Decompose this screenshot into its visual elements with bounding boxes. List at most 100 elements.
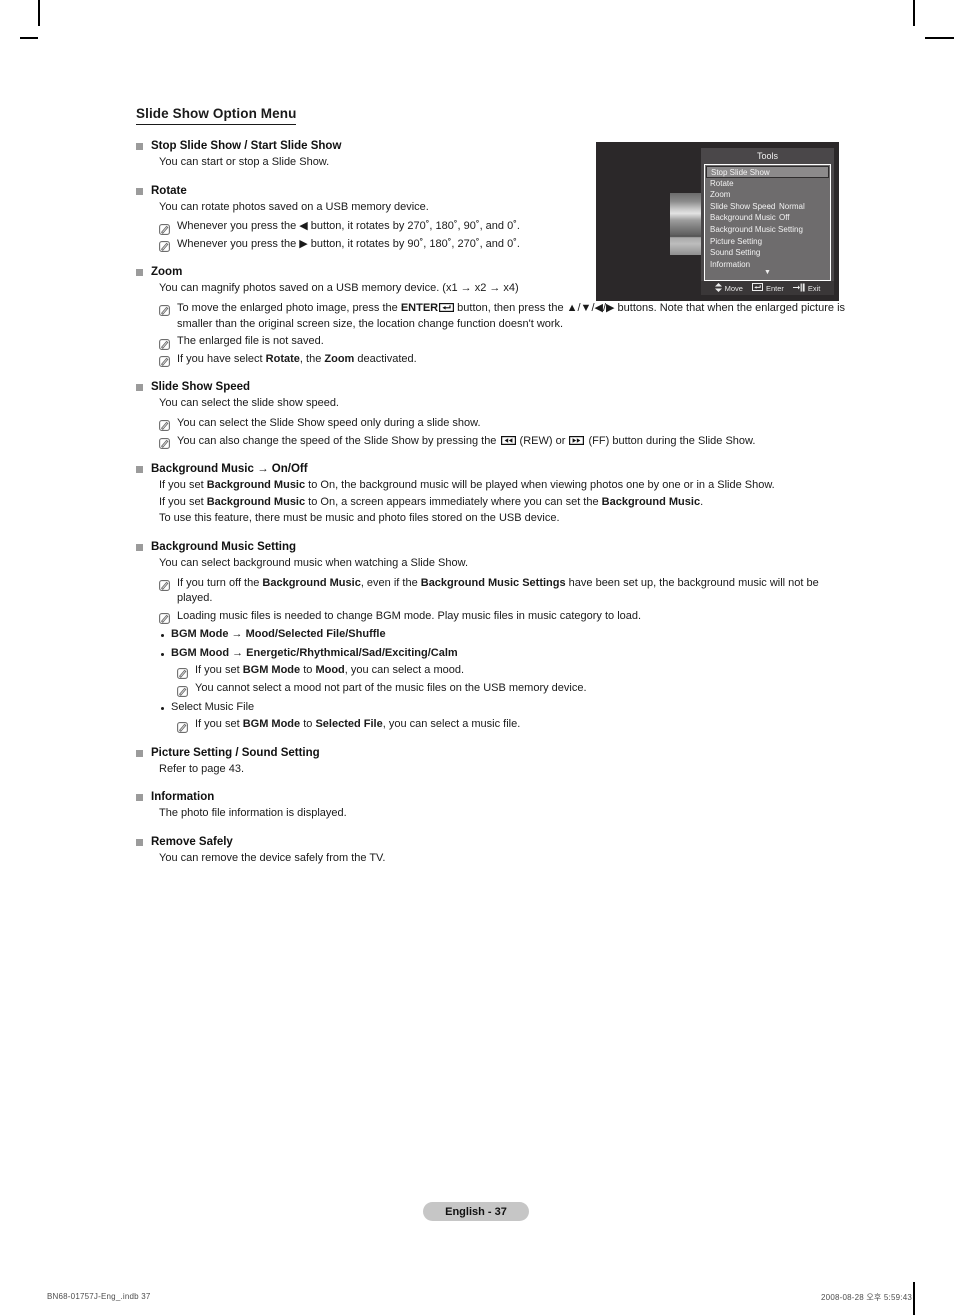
entry-title: Slide Show Speed [151,381,251,394]
note-list: To move the enlarged photo image, press … [159,301,856,368]
square-bullet-icon [136,466,143,474]
manual-entry: Background Music Setting You can select b… [136,539,856,733]
entry-title: Remove Safely [151,836,233,849]
square-bullet-icon [136,839,143,847]
note-icon [159,239,170,253]
entry-header: Stop Slide Show / Start Slide Show [136,138,856,154]
manual-entry: Slide Show Speed You can select the slide… [136,379,856,449]
note-icon [177,720,188,733]
entry-header: Background Music → On/Off [136,461,856,477]
note-icon [159,354,170,368]
square-bullet-icon [136,543,143,551]
entry-paragraph: You can rotate photos saved on a USB mem… [159,200,429,213]
entry-body: If you set Background Music to On, the b… [159,478,856,527]
entry-paragraph: You can select background music when wat… [159,556,469,569]
note-icon [159,578,170,591]
entry-paragraph: Refer to page 43. [159,762,245,775]
page-title: Slide Show Option Menu [136,106,297,125]
square-bullet-icon [136,269,143,277]
manual-entry: Rotate You can rotate photos saved on a U… [136,183,856,253]
entry-paragraph: You can magnify photos saved on a USB me… [159,282,519,295]
note-item: If you turn off the Background Music, ev… [159,576,856,607]
entry-header: Remove Safely [136,834,856,850]
note-text: If you have select Rotate, the Zoom deac… [177,352,417,365]
note-text: Whenever you press the ◀ button, it rota… [177,220,520,233]
entry-paragraph: You can select the slide show speed. [159,397,339,410]
note-item: Whenever you press the ▶ button, it rota… [159,237,856,253]
entry-header: Background Music Setting [136,539,856,555]
note-text: Whenever you press the ▶ button, it rota… [177,237,520,250]
note-item: You can select the Slide Show speed only… [159,416,856,432]
note-list: If you turn off the Background Music, ev… [159,576,856,625]
bullet-item: Select Music File [159,700,856,716]
manual-content: Stop Slide Show / Start Slide Show You ca… [136,138,856,879]
square-bullet-icon [136,749,143,757]
entry-header: Slide Show Speed [136,379,856,395]
entry-title: Rotate [151,184,187,197]
entry-body: The photo file information is displayed. [159,806,856,822]
fast-forward-button-icon [569,435,585,445]
manual-entry: Background Music → On/Off If you set Back… [136,461,856,527]
manual-entry: Stop Slide Show / Start Slide Show You ca… [136,138,856,171]
entry-header: Zoom [136,264,856,280]
rewind-button-icon [500,435,516,445]
entry-paragraph: If you set Background Music to On, a scr… [159,495,704,508]
entry-header: Information [136,789,856,805]
entry-header: Rotate [136,183,856,199]
note-item: Whenever you press the ◀ button, it rota… [159,219,856,235]
bullet-text: BGM Mode → Mood/Selected File/Shuffle [171,628,386,641]
note-text: If you set BGM Mode to Mood, you can sel… [195,664,465,677]
dot-bullet-icon [161,706,164,710]
entry-body: Refer to page 43. [159,762,856,778]
note-icon [159,222,170,235]
manual-entry: Picture Setting / Sound Setting Refer to … [136,745,856,778]
entry-title: Stop Slide Show / Start Slide Show [151,140,342,152]
manual-page: Slide Show Option Menu Tools Stop Slide … [0,0,954,1315]
entry-title: Information [151,791,215,804]
note-item: To move the enlarged photo image, press … [159,301,856,332]
dot-bullet-icon [161,652,164,656]
note-item: If you set BGM Mode to Selected File, yo… [177,717,856,733]
note-icon [159,337,170,350]
entry-title: Picture Setting / Sound Setting [151,746,320,759]
note-text: You can also change the speed of the Sli… [177,434,756,447]
entry-body: You can start or stop a Slide Show. [159,155,856,171]
note-text: You cannot select a mood not part of the… [195,682,587,695]
manual-entry: Information The photo file information is… [136,789,856,822]
note-text: The enlarged file is not saved. [177,335,324,348]
note-item: If you have select Rotate, the Zoom deac… [159,352,856,368]
entry-paragraph: You can start or stop a Slide Show. [159,156,330,168]
square-bullet-icon [136,794,143,802]
enter-key-icon [439,302,455,312]
note-text: If you turn off the Background Music, ev… [177,576,819,605]
note-text: To move the enlarged photo image, press … [177,301,846,330]
entry-body: You can magnify photos saved on a USB me… [159,281,856,368]
entry-paragraph: You can remove the device safely from th… [159,852,386,865]
entry-paragraph: To use this feature, there must be music… [159,512,560,525]
note-text: If you set BGM Mode to Selected File, yo… [195,718,521,731]
note-text: You can select the Slide Show speed only… [177,416,481,429]
manual-entry: Zoom You can magnify photos saved on a US… [136,264,856,368]
square-bullet-icon [136,143,143,150]
note-icon [159,436,170,449]
bullet-text: Select Music File [171,700,255,713]
entry-paragraph: The photo file information is displayed. [159,807,347,820]
entry-body: You can remove the device safely from th… [159,851,856,867]
manual-entry: Remove Safely You can remove the device s… [136,834,856,867]
note-list: You can select the Slide Show speed only… [159,416,856,449]
print-footer-filename: BN68-01757J-Eng_.indb 37 [47,1292,151,1301]
note-item: You cannot select a mood not part of the… [177,681,856,697]
entry-body: You can select background music when wat… [159,556,856,733]
entry-body: You can select the slide show speed. You … [159,396,856,449]
bullet-item: BGM Mood → Energetic/Rhythmical/Sad/Exci… [159,646,856,662]
entry-title: Background Music Setting [151,540,297,553]
note-icon [177,666,188,679]
note-icon [159,611,170,625]
page-number-badge: English - 37 [423,1202,529,1221]
note-item: The enlarged file is not saved. [159,334,856,350]
note-icon [177,684,188,697]
note-list: Whenever you press the ◀ button, it rota… [159,219,856,253]
note-icon [159,303,170,317]
entry-title: Zoom [151,266,183,279]
bullet-text: BGM Mood → Energetic/Rhythmical/Sad/Exci… [171,646,458,659]
